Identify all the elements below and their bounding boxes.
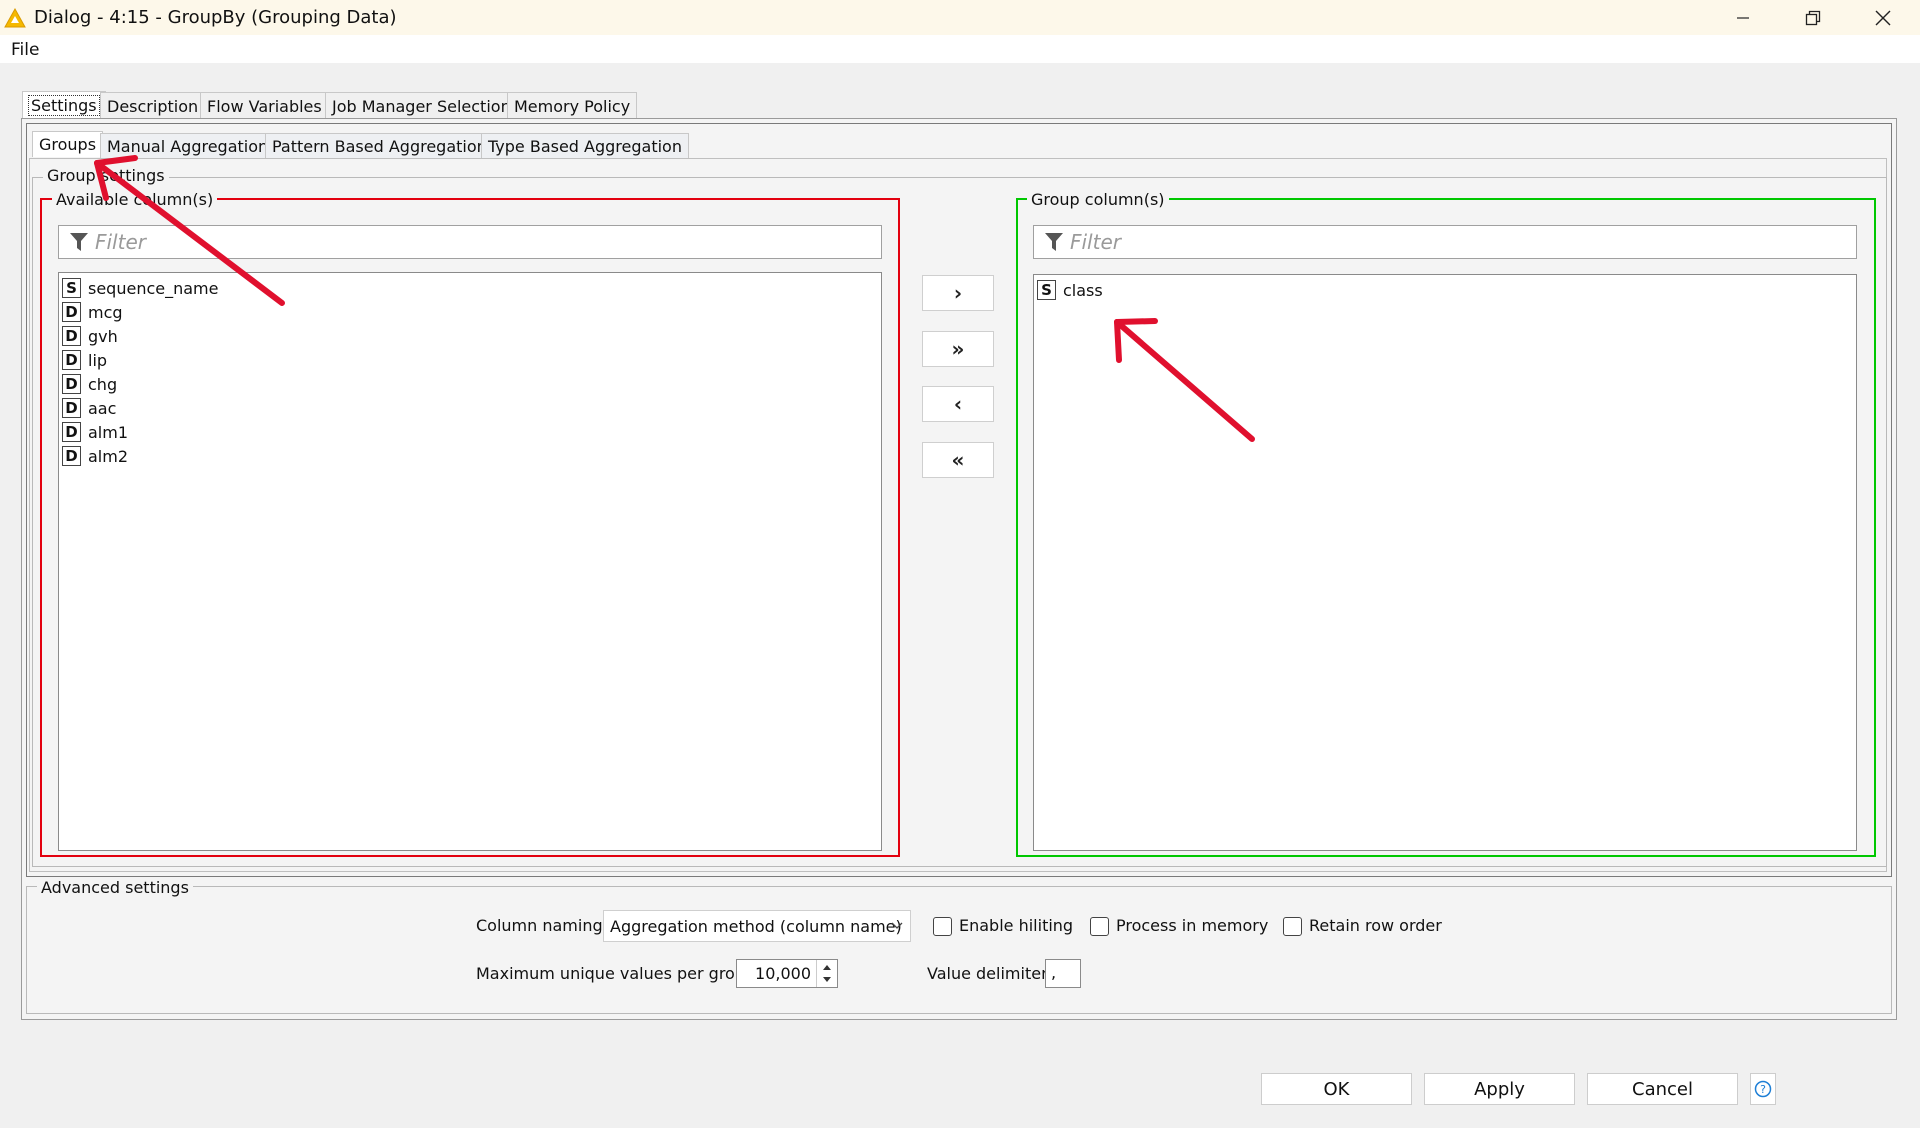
- tab-memory-policy[interactable]: Memory Policy: [507, 92, 638, 119]
- group-filter-placeholder: Filter: [1070, 230, 1121, 254]
- filter-icon: [1045, 233, 1063, 251]
- tab-pattern-label: Pattern Based Aggregation: [272, 137, 487, 156]
- column-naming-select[interactable]: Aggregation method (column name): [603, 910, 911, 942]
- value-delimiter-label: Value delimiter: [927, 964, 1048, 983]
- enable-hiliting-checkbox[interactable]: [933, 917, 952, 936]
- tab-flow-variables[interactable]: Flow Variables: [200, 92, 329, 119]
- retain-row-order-label: Retain row order: [1309, 916, 1442, 935]
- knime-app-icon: [4, 8, 26, 28]
- tab-type-based-aggregation[interactable]: Type Based Aggregation: [481, 133, 689, 159]
- spinner-up-down-icon: [823, 965, 831, 982]
- double-type-icon: D: [62, 398, 81, 418]
- value-delimiter-value: ,: [1051, 963, 1057, 982]
- value-delimiter-input[interactable]: ,: [1045, 959, 1081, 988]
- group-filter-input[interactable]: Filter: [1033, 225, 1857, 259]
- advanced-settings-legend: Advanced settings: [37, 878, 193, 897]
- available-columns-legend: Available column(s): [52, 190, 218, 209]
- double-type-icon: D: [62, 302, 81, 322]
- column-name: sequence_name: [88, 278, 219, 298]
- restore-icon[interactable]: [1778, 0, 1848, 35]
- double-type-icon: D: [62, 446, 81, 466]
- list-item[interactable]: Dalm2: [59, 444, 881, 468]
- process-in-memory-label: Process in memory: [1116, 916, 1269, 935]
- column-name: chg: [88, 374, 118, 394]
- list-item[interactable]: Dlip: [59, 348, 881, 372]
- ok-button[interactable]: OK: [1261, 1073, 1412, 1105]
- list-item[interactable]: Ssequence_name: [59, 276, 881, 300]
- max-unique-label: Maximum unique values per group: [476, 964, 756, 983]
- apply-button[interactable]: Apply: [1424, 1073, 1575, 1105]
- help-icon: ?: [1754, 1080, 1772, 1098]
- double-type-icon: D: [62, 374, 81, 394]
- column-name: class: [1063, 280, 1103, 300]
- available-filter-input[interactable]: Filter: [58, 225, 882, 259]
- chevron-down-icon: [891, 922, 903, 929]
- help-button[interactable]: ?: [1750, 1073, 1776, 1105]
- string-type-icon: S: [62, 278, 81, 298]
- tab-description[interactable]: Description: [100, 92, 206, 119]
- tab-groups[interactable]: Groups: [32, 131, 104, 157]
- max-unique-spinner[interactable]: 10,000: [736, 959, 838, 988]
- cancel-button[interactable]: Cancel: [1587, 1073, 1738, 1105]
- filter-icon: [70, 233, 88, 251]
- group-settings-legend: Group settings: [43, 166, 169, 185]
- tab-manual-aggregation-label: Manual Aggregation: [107, 137, 269, 156]
- list-item[interactable]: Dalm1: [59, 420, 881, 444]
- available-filter-placeholder: Filter: [95, 230, 146, 254]
- menu-bar: File: [0, 35, 1920, 63]
- close-icon[interactable]: [1848, 0, 1918, 35]
- column-name: lip: [88, 350, 108, 370]
- list-item[interactable]: Dchg: [59, 372, 881, 396]
- add-button[interactable]: ›: [922, 275, 994, 311]
- available-columns-list[interactable]: Ssequence_name Dmcg Dgvh Dlip Dchg Daac …: [58, 272, 882, 851]
- tab-description-label: Description: [107, 96, 199, 116]
- tab-settings-label: Settings: [28, 94, 100, 116]
- double-type-icon: D: [62, 350, 81, 370]
- column-naming-value: Aggregation method (column name): [610, 916, 902, 936]
- tab-pattern-based-aggregation[interactable]: Pattern Based Aggregation: [265, 133, 494, 159]
- enable-hiliting-label: Enable hiliting: [959, 916, 1074, 935]
- double-type-icon: D: [62, 326, 81, 346]
- tab-manual-aggregation[interactable]: Manual Aggregation: [100, 133, 276, 159]
- advanced-settings-box: [26, 886, 1892, 1014]
- tab-groups-label: Groups: [39, 135, 97, 154]
- string-type-icon: S: [1037, 280, 1056, 300]
- svg-text:?: ?: [1760, 1083, 1766, 1096]
- list-item[interactable]: Dgvh: [59, 324, 881, 348]
- column-name: aac: [88, 398, 117, 418]
- title-bar: Dialog - 4:15 - GroupBy (Grouping Data): [0, 0, 1920, 35]
- window-title: Dialog - 4:15 - GroupBy (Grouping Data): [34, 7, 397, 28]
- column-naming-label: Column naming:: [476, 916, 609, 935]
- column-name: alm2: [88, 446, 129, 466]
- list-item[interactable]: Sclass: [1034, 278, 1856, 302]
- column-name: alm1: [88, 422, 129, 442]
- tab-type-label: Type Based Aggregation: [488, 137, 682, 156]
- group-columns-legend: Group column(s): [1027, 190, 1169, 209]
- max-unique-value: 10,000: [755, 964, 811, 983]
- group-columns-list[interactable]: Sclass: [1033, 274, 1857, 851]
- retain-row-order-checkbox[interactable]: [1283, 917, 1302, 936]
- process-in-memory-checkbox[interactable]: [1090, 917, 1109, 936]
- tab-job-manager-label: Job Manager Selection: [332, 96, 511, 116]
- list-item[interactable]: Daac: [59, 396, 881, 420]
- minimize-icon[interactable]: [1708, 0, 1778, 35]
- remove-all-button[interactable]: «: [922, 442, 994, 478]
- column-name: gvh: [88, 326, 118, 346]
- remove-button[interactable]: ‹: [922, 386, 994, 422]
- tab-job-manager-selection[interactable]: Job Manager Selection: [325, 92, 518, 119]
- list-item[interactable]: Dmcg: [59, 300, 881, 324]
- tab-flow-variables-label: Flow Variables: [207, 96, 322, 116]
- tab-settings[interactable]: Settings: [22, 91, 106, 118]
- spinner-arrows[interactable]: [816, 960, 837, 987]
- double-type-icon: D: [62, 422, 81, 442]
- add-all-button[interactable]: »: [922, 331, 994, 367]
- tab-memory-policy-label: Memory Policy: [514, 96, 631, 116]
- menu-file[interactable]: File: [11, 40, 39, 60]
- column-name: mcg: [88, 302, 123, 322]
